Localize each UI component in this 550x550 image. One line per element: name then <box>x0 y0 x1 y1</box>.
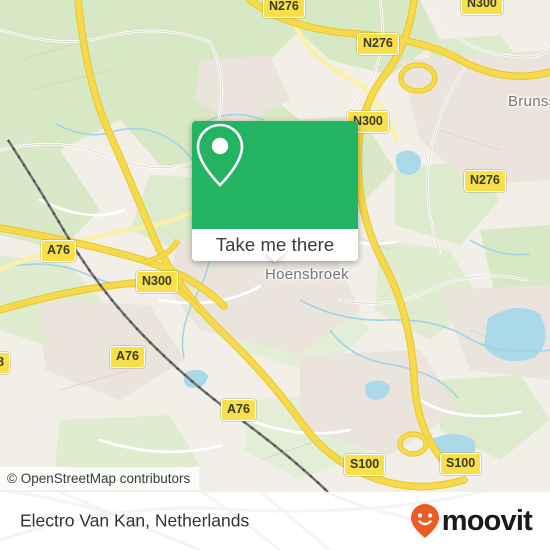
card-pointer-triangle <box>264 252 286 262</box>
road-shield-n276-upper: N276 <box>357 33 399 55</box>
road-shield-n276-right: N276 <box>464 170 506 192</box>
road-shield-s100-left: S100 <box>344 454 386 476</box>
moovit-smiley-pin-icon <box>410 504 439 538</box>
road-shield-n300-left: N300 <box>136 271 178 293</box>
location-title: Electro Van Kan, Netherlands <box>20 510 250 531</box>
map-pin-icon <box>196 123 244 187</box>
road-shield-a76-left: A76 <box>41 240 76 262</box>
road-shield-n300-cut: N300 <box>461 0 503 15</box>
footer-bar: Electro Van Kan, Netherlands moovit <box>0 492 550 550</box>
road-shield-s100-right: S100 <box>440 453 482 475</box>
road-shield-a76-lower: A76 <box>221 399 256 421</box>
moovit-wordmark: moovit <box>441 504 533 537</box>
moovit-brand-logo[interactable]: moovit <box>410 503 533 539</box>
card-pin-panel <box>192 121 358 229</box>
road-shield-exit-8: 8 <box>0 352 10 374</box>
moovit-map-screenshot: Hoensbroek Brunss N276 N276 N300 N300 N3… <box>0 0 550 550</box>
map-attribution[interactable]: © OpenStreetMap contributors <box>0 467 200 490</box>
road-shield-a76-mid: A76 <box>110 346 145 368</box>
attribution-text: © OpenStreetMap contributors <box>7 471 191 486</box>
road-shield-n276-top: N276 <box>263 0 305 18</box>
location-info-card[interactable]: Take me there <box>192 121 358 261</box>
map-canvas[interactable]: Hoensbroek Brunss N276 N276 N300 N300 N3… <box>0 0 550 492</box>
